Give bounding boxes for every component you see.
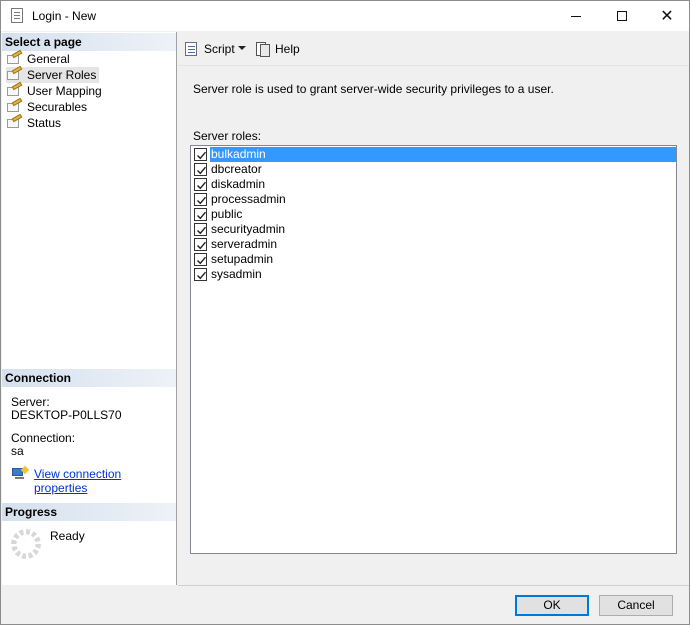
connection-properties-icon: [12, 465, 30, 481]
close-icon: ✕: [660, 6, 674, 25]
page-wrench-icon: [6, 65, 23, 81]
maximize-icon: [617, 11, 627, 21]
help-label: Help: [275, 42, 300, 56]
role-row-securityadmin[interactable]: securityadmin: [192, 222, 676, 237]
connection-label: Connection:: [11, 431, 76, 445]
page-wrench-icon: [6, 113, 23, 129]
page-item-label: Securables: [27, 100, 88, 114]
role-row-dbcreator[interactable]: dbcreator: [192, 162, 676, 177]
page-item-label: User Mapping: [27, 84, 102, 98]
page-item-label: Server Roles: [27, 68, 97, 82]
page-item-securables[interactable]: Securables: [6, 97, 88, 115]
close-button[interactable]: ✕: [644, 1, 690, 31]
role-row-processadmin[interactable]: processadmin: [192, 192, 676, 207]
progress-header: Progress: [2, 503, 176, 521]
page-item-status[interactable]: Status: [6, 113, 62, 131]
role-checkbox[interactable]: [194, 268, 207, 281]
view-connection-properties-link[interactable]: View connection properties: [34, 467, 176, 495]
script-button[interactable]: Script: [184, 41, 235, 59]
page-item-label: Status: [27, 116, 62, 130]
connection-header: Connection: [2, 369, 176, 387]
role-checkbox[interactable]: [194, 163, 207, 176]
server-roles-list[interactable]: bulkadmin dbcreator diskadmin processadm…: [190, 145, 677, 554]
script-dropdown-arrow-icon[interactable]: [238, 46, 246, 50]
role-row-sysadmin[interactable]: sysadmin: [192, 267, 676, 282]
cancel-button[interactable]: Cancel: [599, 595, 673, 616]
select-page-header: Select a page: [2, 33, 176, 51]
role-label: setupadmin: [211, 252, 274, 266]
page-item-general[interactable]: General: [6, 49, 70, 67]
role-label: serveradmin: [211, 237, 278, 251]
maximize-button[interactable]: [599, 1, 645, 31]
connection-value: sa: [11, 444, 24, 458]
role-checkbox[interactable]: [194, 223, 207, 236]
role-checkbox[interactable]: [194, 178, 207, 191]
server-value: DESKTOP-P0LLS70: [11, 408, 122, 422]
page-description: Server role is used to grant server-wide…: [193, 82, 554, 96]
role-row-bulkadmin[interactable]: bulkadmin: [192, 147, 676, 162]
role-checkbox[interactable]: [194, 253, 207, 266]
page-item-label: General: [27, 52, 70, 66]
page-wrench-icon: [6, 49, 23, 65]
role-label: processadmin: [211, 192, 286, 206]
progress-status: Ready: [50, 529, 85, 543]
role-checkbox[interactable]: [194, 238, 207, 251]
progress-spinner-icon: [11, 529, 41, 559]
help-button[interactable]: Help: [255, 41, 300, 59]
page-wrench-icon: [6, 97, 23, 113]
role-checkbox[interactable]: [194, 193, 207, 206]
minimize-icon: [571, 16, 581, 17]
role-label: public: [211, 207, 243, 221]
role-row-public[interactable]: public: [192, 207, 676, 222]
page-wrench-icon: [6, 81, 23, 97]
login-dialog: Login - New ✕ Select a page General Serv…: [0, 0, 690, 625]
page-item-user-mapping[interactable]: User Mapping: [6, 81, 102, 99]
role-label: dbcreator: [211, 162, 262, 176]
help-book-icon: [255, 41, 271, 57]
role-checkbox[interactable]: [194, 208, 207, 221]
server-roles-label: Server roles:: [193, 129, 262, 143]
role-label: sysadmin: [211, 267, 262, 281]
role-label: securityadmin: [211, 222, 286, 236]
role-label: diskadmin: [211, 177, 266, 191]
left-pane: Select a page General Server Roles User …: [2, 32, 177, 585]
title-bar: Login - New ✕: [1, 1, 689, 31]
script-icon: [184, 42, 199, 56]
ok-button[interactable]: OK: [515, 595, 589, 616]
role-checkbox[interactable]: [194, 148, 207, 161]
role-label: bulkadmin: [210, 147, 676, 162]
server-label: Server:: [11, 395, 50, 409]
window-title: Login - New: [32, 9, 97, 23]
minimize-button[interactable]: [553, 1, 599, 31]
role-row-diskadmin[interactable]: diskadmin: [192, 177, 676, 192]
role-row-setupadmin[interactable]: setupadmin: [192, 252, 676, 267]
toolbar: Script Help: [178, 32, 689, 66]
window-app-icon: [11, 8, 23, 23]
bottom-divider: [178, 585, 689, 586]
role-row-serveradmin[interactable]: serveradmin: [192, 237, 676, 252]
script-label: Script: [204, 42, 235, 56]
